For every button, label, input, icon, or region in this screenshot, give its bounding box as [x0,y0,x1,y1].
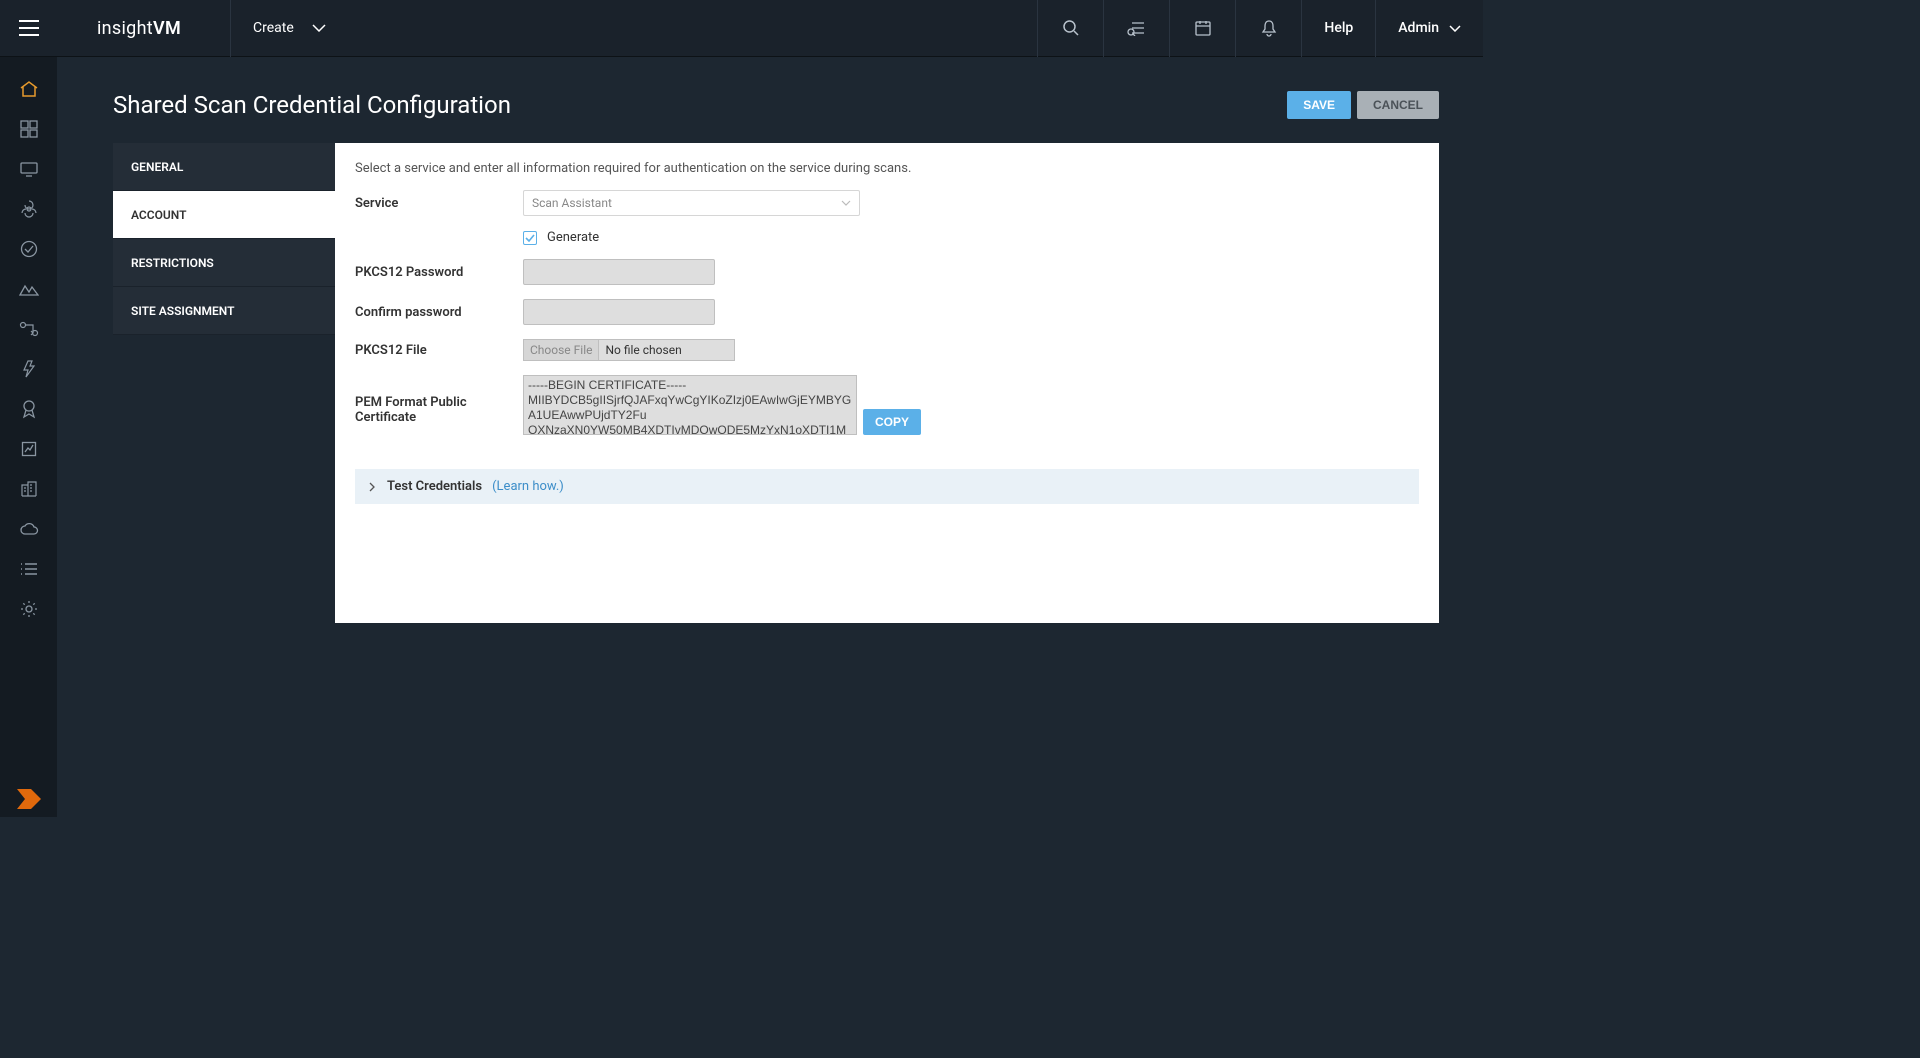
service-value: Scan Assistant [532,196,612,210]
hamburger-menu-icon[interactable] [0,0,57,57]
topbar-actions: Help Admin [1037,0,1483,57]
help-button[interactable]: Help [1301,0,1375,57]
badge-icon[interactable] [0,389,57,429]
service-select[interactable]: Scan Assistant [523,190,860,216]
search-icon[interactable] [1037,0,1103,57]
save-button[interactable]: SAVE [1287,91,1351,119]
pem-certificate-textarea[interactable] [523,375,857,435]
side-tabs: GENERAL ACCOUNT RESTRICTIONS SITE ASSIGN… [113,143,335,623]
config-panel: GENERAL ACCOUNT RESTRICTIONS SITE ASSIGN… [113,143,1439,623]
page-title: Shared Scan Credential Configuration [113,91,511,119]
choose-file-button: Choose File [524,340,599,360]
query-icon[interactable] [1103,0,1169,57]
tab-account[interactable]: ACCOUNT [113,191,335,239]
bell-icon[interactable] [1235,0,1301,57]
pkcs12-password-input[interactable] [523,259,715,285]
create-label: Create [253,20,294,36]
pkcs12-file-label: PKCS12 File [355,343,523,358]
tab-site-assignment[interactable]: SITE ASSIGNMENT [113,287,335,335]
learn-how-link[interactable]: (Learn how.) [492,479,564,494]
dashboard-icon[interactable] [0,109,57,149]
cloud-icon[interactable] [0,509,57,549]
report-icon[interactable] [0,429,57,469]
workflow-icon[interactable] [0,309,57,349]
form-intro: Select a service and enter all informati… [355,161,1419,176]
tab-general[interactable]: GENERAL [113,143,335,191]
service-label: Service [355,196,523,211]
calendar-icon[interactable] [1169,0,1235,57]
brand-icon [0,787,57,811]
assets-icon[interactable] [0,149,57,189]
logo-text: insight [97,18,153,39]
pkcs12-file-input[interactable]: Choose File No file chosen [523,339,735,361]
confirm-password-label: Confirm password [355,305,523,320]
logo-suffix: VM [153,18,181,39]
app-logo[interactable]: insightVM [57,18,230,39]
copy-button[interactable]: COPY [863,409,921,435]
file-name-text: No file chosen [599,343,687,357]
generate-label: Generate [547,230,599,245]
pkcs12-password-label: PKCS12 Password [355,265,523,280]
topbar: insightVM Create Help Admin [0,0,1483,57]
chevron-right-icon [369,482,377,492]
cancel-button[interactable]: CANCEL [1357,91,1439,119]
list-icon[interactable] [0,549,57,589]
chevron-down-icon [841,200,851,206]
page-header: Shared Scan Credential Configuration SAV… [113,91,1439,119]
generate-checkbox[interactable] [523,231,537,245]
admin-label: Admin [1398,20,1439,36]
chevron-down-icon [1449,25,1461,32]
admin-menu[interactable]: Admin [1375,0,1483,57]
form-area: Select a service and enter all informati… [335,143,1439,623]
check-circle-icon[interactable] [0,229,57,269]
help-label: Help [1324,20,1353,36]
gear-icon[interactable] [0,589,57,629]
automation-icon[interactable] [0,349,57,389]
building-icon[interactable] [0,469,57,509]
check-icon [525,234,535,242]
confirm-password-input[interactable] [523,299,715,325]
mountains-icon[interactable] [0,269,57,309]
create-menu[interactable]: Create [230,0,348,57]
test-credentials-label: Test Credentials [387,479,482,494]
biohazard-icon[interactable] [0,189,57,229]
test-credentials-bar[interactable]: Test Credentials (Learn how.) [355,469,1419,504]
chevron-down-icon [312,24,326,32]
pem-label: PEM Format Public Certificate [355,375,523,425]
tab-restrictions[interactable]: RESTRICTIONS [113,239,335,287]
home-icon[interactable] [0,69,57,109]
left-rail [0,57,57,817]
